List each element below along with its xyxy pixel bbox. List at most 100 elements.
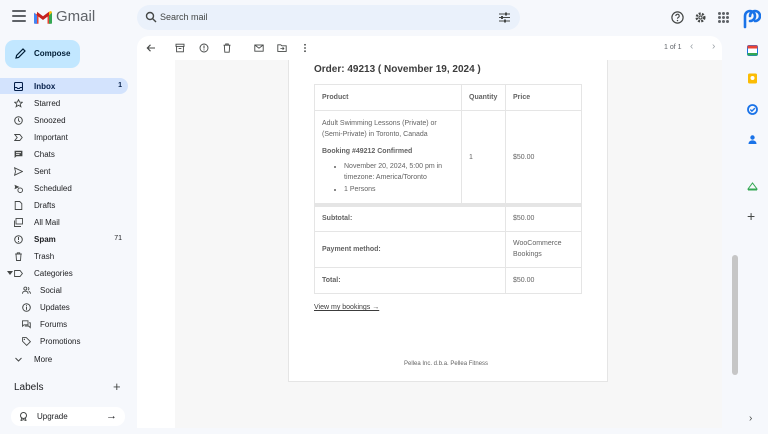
payment-method-value: WooCommerce Bookings: [505, 230, 582, 268]
sidebar-item-label: Updates: [40, 303, 70, 312]
sidebar-item-label: Trash: [34, 252, 55, 261]
all-mail-icon: [14, 218, 23, 227]
unread-count: 1: [118, 82, 122, 89]
payment-method-label: Payment method:: [314, 230, 506, 268]
sidebar-item-updates[interactable]: Updates: [0, 299, 128, 315]
sidebar-item-spam[interactable]: Spam 71: [0, 231, 128, 247]
total-label: Total:: [314, 266, 506, 294]
product-name: Adult Swimming Lessons (Private) or (Sem…: [322, 120, 437, 138]
spam-icon: [14, 235, 23, 244]
search-bar[interactable]: Search mail: [137, 5, 520, 30]
trash-icon: [15, 252, 22, 261]
column-header-product: Product: [314, 84, 462, 111]
sidebar-item-promotions[interactable]: Promotions: [0, 333, 128, 349]
sidebar-item-label: Scheduled: [34, 184, 72, 193]
newer-chevron-icon[interactable]: ‹: [690, 41, 693, 52]
order-title: Order: 49213 ( November 19, 2024 ): [314, 64, 481, 75]
message-toolbar: 1 of 1 ‹ ›: [137, 36, 722, 60]
list-item: November 20, 2024, 5:00 pm in timezone: …: [344, 161, 454, 183]
clock-icon: [14, 116, 23, 125]
price-cell: $50.00: [505, 110, 582, 206]
sidebar-item-social[interactable]: Social: [0, 282, 128, 298]
delete-icon[interactable]: [222, 43, 232, 53]
inbox-icon: [14, 82, 23, 91]
list-item: 1 Persons: [344, 184, 454, 195]
sidebar-item-important[interactable]: Important: [0, 129, 128, 145]
move-to-icon[interactable]: [277, 43, 287, 53]
sidebar-item-label: Sent: [34, 167, 51, 176]
search-icon[interactable]: [145, 11, 157, 23]
sidebar-item-drafts[interactable]: Drafts: [0, 197, 128, 213]
chat-icon: [14, 150, 23, 158]
booking-details-list: November 20, 2024, 5:00 pm in timezone: …: [344, 161, 454, 195]
google-apps-icon[interactable]: [718, 12, 729, 23]
forum-icon: [22, 320, 31, 329]
order-table: Product Quantity Price Adult Swimming Le…: [314, 84, 582, 294]
upgrade-button[interactable]: Upgrade →: [11, 407, 125, 426]
more-vert-icon[interactable]: [300, 43, 310, 53]
upgrade-label: Upgrade: [37, 412, 68, 421]
keep-icon[interactable]: [747, 73, 758, 84]
back-arrow-icon[interactable]: [146, 43, 156, 53]
email-footer: Pellea Inc. d.b.a. Pellea Fitness: [404, 361, 489, 367]
sidebar-item-label: Social: [40, 286, 62, 295]
search-options-icon[interactable]: [499, 12, 510, 23]
calendar-icon[interactable]: [747, 45, 758, 56]
mark-unread-icon[interactable]: [254, 43, 264, 53]
spam-count: 71: [114, 235, 122, 242]
collapse-caret-icon[interactable]: [7, 271, 13, 275]
pagination-text: 1 of 1: [664, 44, 682, 51]
sidebar-item-label: Snoozed: [34, 116, 66, 125]
sidebar-item-label: Drafts: [34, 201, 56, 210]
sidebar-item-trash[interactable]: Trash: [0, 248, 128, 264]
addon-icon[interactable]: [747, 181, 758, 192]
compose-button[interactable]: Compose: [5, 40, 80, 68]
sidebar-item-more[interactable]: More: [0, 351, 128, 367]
help-icon[interactable]: [671, 11, 684, 24]
product-cell: Adult Swimming Lessons (Private) or (Sem…: [314, 110, 462, 206]
send-icon: [14, 167, 23, 176]
older-chevron-icon[interactable]: ›: [712, 41, 715, 52]
info-icon: [22, 303, 31, 312]
sidebar-item-label: Categories: [34, 269, 73, 278]
search-input[interactable]: Search mail: [160, 12, 208, 22]
sidebar-item-label: More: [34, 355, 53, 364]
contacts-icon[interactable]: [747, 134, 758, 145]
sidebar-item-starred[interactable]: Starred: [0, 95, 128, 111]
get-addons-plus-icon[interactable]: +: [747, 209, 755, 223]
sidebar-item-snoozed[interactable]: Snoozed: [0, 112, 128, 128]
sidebar-item-scheduled[interactable]: Scheduled: [0, 180, 128, 196]
expand-side-panel-icon[interactable]: ›: [749, 413, 752, 424]
sidebar-item-label: Forums: [40, 320, 68, 329]
subtotal-label: Subtotal:: [314, 203, 506, 232]
sidebar-item-sent[interactable]: Sent: [0, 163, 128, 179]
sidebar-item-all-mail[interactable]: All Mail: [0, 214, 128, 230]
sidebar-item-forums[interactable]: Forums: [0, 316, 128, 332]
report-spam-icon[interactable]: [199, 43, 209, 53]
total-value: $50.00: [505, 266, 582, 294]
sidebar-item-label: All Mail: [34, 218, 60, 227]
gmail-logo[interactable]: Gmail: [34, 8, 95, 25]
add-label-icon[interactable]: +: [113, 380, 121, 393]
tag-icon: [22, 337, 31, 346]
settings-gear-icon[interactable]: [694, 11, 707, 24]
account-logo-icon[interactable]: [741, 7, 761, 29]
subtotal-value: $50.00: [505, 203, 582, 232]
column-header-quantity: Quantity: [461, 84, 506, 111]
main-menu-icon[interactable]: [12, 10, 26, 24]
table-row: Payment method: WooCommerce Bookings: [314, 230, 582, 268]
table-row: Adult Swimming Lessons (Private) or (Sem…: [314, 110, 582, 206]
sidebar-item-categories[interactable]: Categories: [0, 265, 128, 281]
archive-icon[interactable]: [175, 43, 185, 53]
sidebar-item-chats[interactable]: Chats: [0, 146, 128, 162]
view-bookings-link[interactable]: View my bookings →: [314, 304, 379, 311]
important-icon: [14, 134, 23, 141]
sidebar-item-inbox[interactable]: Inbox 1: [0, 78, 128, 94]
labels-heading: Labels: [14, 382, 44, 393]
sidebar-item-label: Promotions: [40, 337, 81, 346]
scrollbar-thumb[interactable]: [732, 255, 738, 375]
compose-label: Compose: [34, 49, 71, 58]
tasks-icon[interactable]: [747, 104, 758, 115]
sidebar-item-label: Chats: [34, 150, 55, 159]
scheduled-icon: [14, 184, 23, 193]
